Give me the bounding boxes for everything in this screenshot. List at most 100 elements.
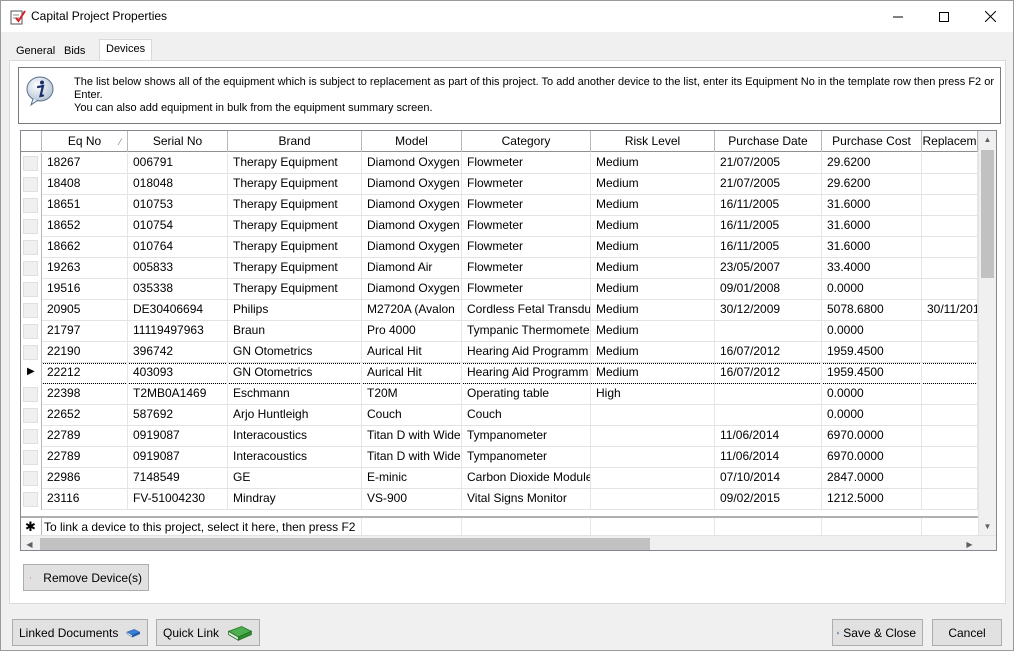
table-cell[interactable]: 18652: [42, 216, 128, 237]
table-cell[interactable]: [591, 405, 715, 426]
table-row[interactable]: 21797 11119497963 Braun Pro 4000 Tympanic Th…: [21, 321, 978, 342]
template-row-selector[interactable]: ✱: [21, 518, 42, 536]
table-cell[interactable]: Operating table: [462, 384, 591, 405]
table-cell[interactable]: [591, 489, 715, 510]
scroll-left-arrow[interactable]: ◀: [21, 536, 38, 550]
table-cell[interactable]: 23116: [42, 489, 128, 510]
table-cell[interactable]: Flowmeter: [462, 237, 591, 258]
horizontal-scrollbar[interactable]: ◀ ▶: [21, 535, 996, 550]
table-cell[interactable]: 22789: [42, 426, 128, 447]
cancel-button[interactable]: Cancel: [932, 619, 1002, 646]
row-selector[interactable]: [21, 321, 42, 342]
table-cell[interactable]: 0.0000: [822, 279, 922, 300]
table-cell[interactable]: 33.4000: [822, 258, 922, 279]
table-cell[interactable]: 22652: [42, 405, 128, 426]
table-cell[interactable]: 21/07/2005: [715, 153, 822, 174]
table-cell[interactable]: 396742: [128, 342, 228, 363]
table-cell[interactable]: 0919087: [128, 426, 228, 447]
row-selector[interactable]: [21, 279, 42, 300]
row-selector[interactable]: [21, 405, 42, 426]
table-cell[interactable]: [591, 447, 715, 468]
table-cell[interactable]: Titan D with Wide: [362, 447, 462, 468]
table-cell[interactable]: [922, 489, 978, 510]
table-cell[interactable]: 006791: [128, 153, 228, 174]
row-selector[interactable]: [21, 216, 42, 237]
tab-general[interactable]: General: [9, 41, 62, 60]
table-cell[interactable]: 07/10/2014: [715, 468, 822, 489]
table-cell[interactable]: 7148549: [128, 468, 228, 489]
table-cell[interactable]: 0.0000: [822, 321, 922, 342]
table-cell[interactable]: [922, 426, 978, 447]
table-cell[interactable]: Cordless Fetal Transdu: [462, 300, 591, 321]
table-cell[interactable]: 18662: [42, 237, 128, 258]
table-cell[interactable]: 035338: [128, 279, 228, 300]
table-cell[interactable]: 22190: [42, 342, 128, 363]
column-header[interactable]: Serial No: [128, 131, 228, 152]
table-cell[interactable]: 0919087: [128, 447, 228, 468]
table-row[interactable]: 18662 010764 Therapy Equipment Diamond Oxyg…: [21, 237, 978, 258]
table-cell[interactable]: 22398: [42, 384, 128, 405]
row-selector[interactable]: [21, 174, 42, 195]
table-cell[interactable]: Diamond Oxygen: [362, 237, 462, 258]
table-cell[interactable]: Interacoustics: [228, 447, 362, 468]
column-header[interactable]: Replacem: [922, 131, 978, 152]
table-cell[interactable]: 010754: [128, 216, 228, 237]
table-cell[interactable]: Medium: [591, 237, 715, 258]
table-row[interactable]: ▶ 22212 403093 GN Otometrics Aurical Hit Hear…: [21, 363, 978, 384]
table-cell[interactable]: [922, 237, 978, 258]
row-selector[interactable]: [21, 342, 42, 363]
table-cell[interactable]: 19516: [42, 279, 128, 300]
table-cell[interactable]: [922, 279, 978, 300]
table-row[interactable]: 22398 T2MB0A1469 Eschmann T20M Operating tab…: [21, 384, 978, 405]
table-cell[interactable]: [591, 468, 715, 489]
table-row[interactable]: 19263 005833 Therapy Equipment Diamond Air F…: [21, 258, 978, 279]
table-cell[interactable]: 22986: [42, 468, 128, 489]
table-cell[interactable]: 16/11/2005: [715, 195, 822, 216]
horizontal-scroll-thumb[interactable]: [40, 538, 650, 550]
table-cell[interactable]: [922, 174, 978, 195]
table-cell[interactable]: [715, 321, 822, 342]
table-cell[interactable]: Tympanic Thermometer: [462, 321, 591, 342]
tab-devices[interactable]: Devices: [99, 39, 153, 62]
table-row[interactable]: 20905 DE30406694 Philips M2720A (Avalon Cord…: [21, 300, 978, 321]
row-selector[interactable]: [21, 237, 42, 258]
table-cell[interactable]: 1212.5000: [822, 489, 922, 510]
template-row-hint[interactable]: To link a device to this project, select…: [42, 518, 362, 536]
table-cell[interactable]: 31.6000: [822, 195, 922, 216]
table-cell[interactable]: 11119497963: [128, 321, 228, 342]
table-cell[interactable]: GE: [228, 468, 362, 489]
table-cell[interactable]: Couch: [362, 405, 462, 426]
table-cell[interactable]: Carbon Dioxide Module: [462, 468, 591, 489]
table-row[interactable]: 18267 006791 Therapy Equipment Diamond Oxyg…: [21, 153, 978, 174]
table-cell[interactable]: 005833: [128, 258, 228, 279]
table-cell[interactable]: 29.6200: [822, 174, 922, 195]
table-cell[interactable]: 16/07/2012: [715, 342, 822, 363]
table-cell[interactable]: [922, 405, 978, 426]
table-cell[interactable]: 30/12/2009: [715, 300, 822, 321]
template-cell[interactable]: [715, 518, 822, 536]
table-cell[interactable]: Titan D with Wide: [362, 426, 462, 447]
table-cell[interactable]: 21/07/2005: [715, 174, 822, 195]
close-button[interactable]: [967, 1, 1013, 32]
table-cell[interactable]: Medium: [591, 174, 715, 195]
table-row[interactable]: 18652 010754 Therapy Equipment Diamond Oxyg…: [21, 216, 978, 237]
table-cell[interactable]: Therapy Equipment: [228, 279, 362, 300]
template-cell[interactable]: [591, 518, 715, 536]
table-cell[interactable]: 0.0000: [822, 405, 922, 426]
table-row[interactable]: 23116 FV-51004230 Mindray VS-900 Vital Signs…: [21, 489, 978, 510]
table-cell[interactable]: 29.6200: [822, 153, 922, 174]
row-selector[interactable]: [21, 426, 42, 447]
table-cell[interactable]: Braun: [228, 321, 362, 342]
table-cell[interactable]: Diamond Air: [362, 258, 462, 279]
row-selector[interactable]: [21, 384, 42, 405]
table-cell[interactable]: 6970.0000: [822, 447, 922, 468]
table-cell[interactable]: Pro 4000: [362, 321, 462, 342]
vertical-scroll-thumb[interactable]: [981, 150, 994, 278]
table-cell[interactable]: Philips: [228, 300, 362, 321]
table-cell[interactable]: [922, 258, 978, 279]
table-cell[interactable]: Aurical Hit: [362, 342, 462, 363]
column-header[interactable]: Eq No ⁄: [42, 131, 128, 152]
table-cell[interactable]: 010753: [128, 195, 228, 216]
table-cell[interactable]: 18267: [42, 153, 128, 174]
table-cell[interactable]: 22212: [42, 363, 128, 384]
